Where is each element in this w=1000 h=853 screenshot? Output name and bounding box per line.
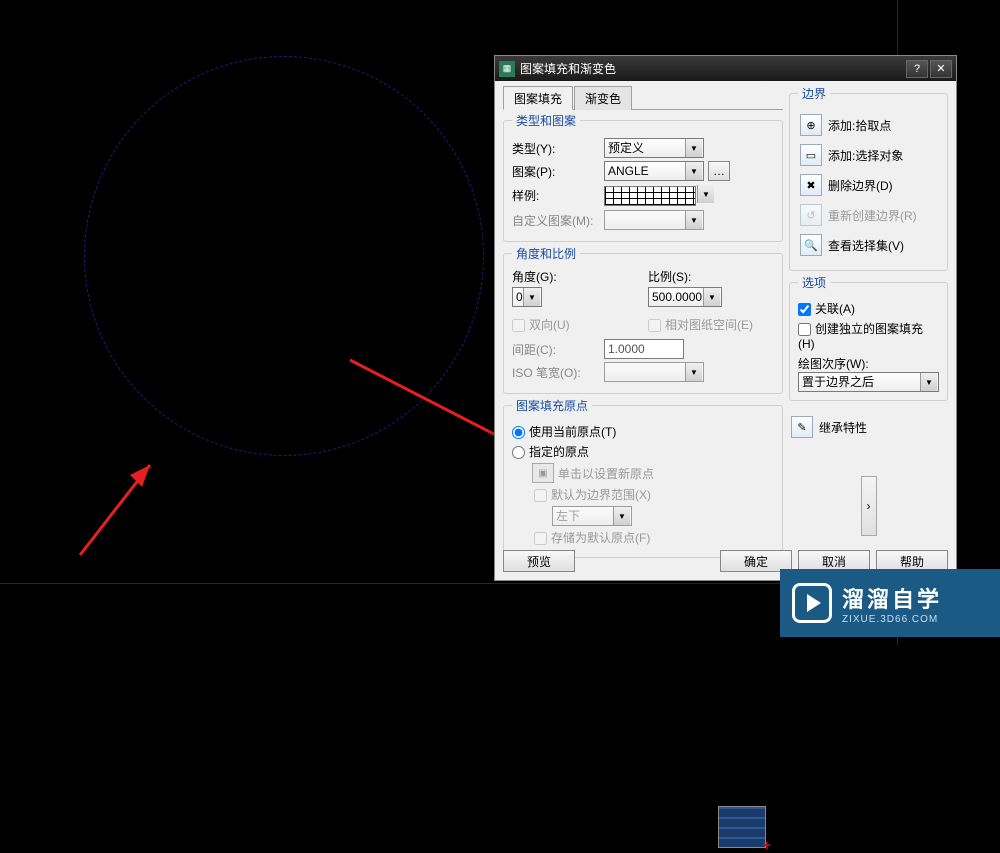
label-relpaper: 相对图纸空间(E)	[665, 318, 753, 332]
label-click-set: 单击以设置新原点	[558, 465, 654, 482]
select-angle[interactable]: 0	[512, 287, 542, 307]
help-button[interactable]: ?	[906, 60, 928, 78]
select-iso	[604, 362, 704, 382]
add-select-button[interactable]: ▭ 添加:选择对象	[798, 142, 939, 168]
play-icon	[792, 583, 832, 623]
legend-type-pattern: 类型和图案	[512, 112, 580, 129]
legend-origin: 图案填充原点	[512, 397, 592, 414]
radio-use-current[interactable]	[512, 426, 525, 439]
inherit-props-button[interactable]: ✎ 继承特性	[789, 414, 948, 440]
label-angle: 角度(G):	[512, 268, 638, 285]
label-type: 类型(Y):	[512, 140, 598, 157]
input-spacing	[604, 339, 684, 359]
origin-preview	[718, 806, 766, 848]
legend-options: 选项	[798, 274, 830, 291]
view-selection-button[interactable]: 🔍 查看选择集(V)	[798, 232, 939, 258]
group-angle-scale: 角度和比例 角度(G): 0 比例(S): 500.0000 双向(U) 相对图…	[503, 245, 783, 394]
remove-boundary-button[interactable]: ✖ 删除边界(D)	[798, 172, 939, 198]
label-sample: 样例:	[512, 187, 598, 204]
label-custom-pattern: 自定义图案(M):	[512, 212, 598, 229]
tab-hatch[interactable]: 图案填充	[503, 86, 573, 110]
legend-boundary: 边界	[798, 85, 830, 102]
label-scale: 比例(S):	[648, 268, 774, 285]
check-assoc[interactable]	[798, 303, 811, 316]
legend-angle-scale: 角度和比例	[512, 245, 580, 262]
pattern-sample[interactable]	[604, 186, 696, 206]
select-custom-pattern	[604, 210, 704, 230]
label-remove: 删除边界(D)	[828, 177, 893, 194]
label-use-current: 使用当前原点(T)	[529, 425, 616, 439]
select-type[interactable]: 预定义	[604, 138, 704, 158]
check-relpaper	[648, 319, 661, 332]
dialog-title: 图案填充和渐变色	[520, 60, 904, 77]
select-pattern[interactable]: ANGLE	[604, 161, 704, 181]
set-origin-icon: ▣	[532, 463, 554, 483]
inherit-icon: ✎	[791, 416, 813, 438]
select-extent: 左下	[552, 506, 632, 526]
label-default-extent: 默认为边界范围(X)	[551, 488, 651, 502]
label-recreate: 重新创建边界(R)	[828, 207, 917, 224]
hatch-dialog: ▦ 图案填充和渐变色 ? ✕ 图案填充 渐变色 类型和图案 类型(Y): 预定义…	[494, 55, 957, 581]
select-scale[interactable]: 500.0000	[648, 287, 722, 307]
select-objects-icon: ▭	[800, 144, 822, 166]
recreate-boundary-button: ↺ 重新创建边界(R)	[798, 202, 939, 228]
group-boundary: 边界 ⊕添加:拾取点 ▭添加:选择对象 ✖删除边界(D) ↺重新创建边界(R) …	[789, 85, 948, 271]
app-icon: ▦	[499, 61, 515, 77]
label-spacing: 间距(C):	[512, 341, 598, 358]
watermark-url: ZIXUE.3D66.COM	[842, 614, 942, 625]
label-store-default: 存储为默认原点(F)	[551, 531, 650, 545]
pick-point-icon: ⊕	[800, 114, 822, 136]
tab-gradient[interactable]: 渐变色	[574, 86, 632, 110]
check-double	[512, 319, 525, 332]
cad-circle[interactable]	[84, 56, 484, 456]
remove-boundary-icon: ✖	[800, 174, 822, 196]
close-button[interactable]: ✕	[930, 60, 952, 78]
pattern-browse-button[interactable]: …	[708, 161, 730, 181]
label-pattern: 图案(P):	[512, 163, 598, 180]
label-specified: 指定的原点	[529, 445, 589, 459]
label-assoc: 关联(A)	[815, 302, 855, 316]
label-add-select: 添加:选择对象	[828, 147, 903, 164]
label-draw-order: 绘图次序(W):	[798, 355, 939, 372]
label-inherit: 继承特性	[819, 419, 867, 436]
check-store-default	[534, 532, 547, 545]
watermark-name: 溜溜自学	[842, 582, 942, 614]
group-origin: 图案填充原点 使用当前原点(T) 指定的原点 ▣ 单击以设置新原点 默认为边界范…	[503, 397, 783, 558]
titlebar[interactable]: ▦ 图案填充和渐变色 ? ✕	[495, 56, 956, 81]
group-type-pattern: 类型和图案 类型(Y): 预定义 图案(P): ANGLE … 样例:	[503, 112, 783, 242]
add-pick-point-button[interactable]: ⊕ 添加:拾取点	[798, 112, 939, 138]
check-independent[interactable]	[798, 323, 811, 336]
tab-strip: 图案填充 渐变色	[503, 85, 783, 110]
watermark: 溜溜自学 ZIXUE.3D66.COM	[780, 569, 1000, 637]
label-independent: 创建独立的图案填充(H)	[798, 322, 923, 351]
label-view-sel: 查看选择集(V)	[828, 237, 904, 254]
check-default-extent	[534, 489, 547, 502]
recreate-icon: ↺	[800, 204, 822, 226]
view-selection-icon: 🔍	[800, 234, 822, 256]
label-double: 双向(U)	[529, 318, 570, 332]
group-options: 选项 关联(A) 创建独立的图案填充(H) 绘图次序(W): 置于边界之后	[789, 274, 948, 401]
radio-specified[interactable]	[512, 446, 525, 459]
select-draw-order[interactable]: 置于边界之后	[798, 372, 939, 392]
preview-button[interactable]: 预览	[503, 550, 575, 572]
label-add-pick: 添加:拾取点	[828, 117, 891, 134]
expand-arrow-button[interactable]: ›	[861, 476, 877, 536]
label-iso: ISO 笔宽(O):	[512, 364, 598, 381]
